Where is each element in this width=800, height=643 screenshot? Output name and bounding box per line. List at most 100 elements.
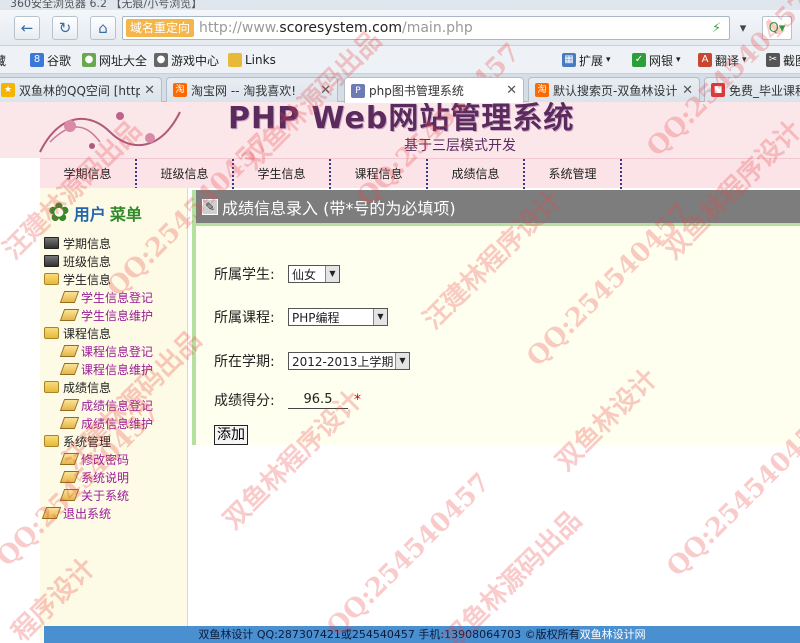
tab-label: 默认搜索页-双鱼林设计: bbox=[553, 83, 679, 98]
menu-item-course-info[interactable]: 课程信息 bbox=[44, 324, 188, 342]
term-label: 所在学期: bbox=[214, 354, 275, 370]
menu-item-course-register[interactable]: 课程信息登记 bbox=[44, 342, 188, 360]
bookmark-label: Links bbox=[245, 53, 276, 67]
nav-term-info[interactable]: 学期信息 bbox=[40, 159, 137, 189]
search-engine-button[interactable]: Q▾ bbox=[762, 16, 792, 40]
bookmarks-bar: 藏 8 谷歌 ● 网址大全 ● 游戏中心 Links ▦ 扩展 ▾ ✓ 网银 ▾ A 翻译 ▾ ✂… bbox=[0, 46, 800, 74]
site-banner: PHP Web网站管理系统 基于三层模式开发 bbox=[0, 102, 800, 158]
star-icon: ★ bbox=[1, 83, 15, 97]
nav-score-info[interactable]: 成绩信息 bbox=[428, 159, 525, 189]
pma-icon: P bbox=[351, 83, 365, 98]
folder-icon bbox=[44, 435, 59, 447]
student-row: 所属学生: 仙女 ▼ bbox=[214, 263, 340, 285]
tab-taobao[interactable]: 淘淘宝网 -- 淘我喜欢! ✕ bbox=[166, 77, 338, 102]
menu-item-student-info[interactable]: 学生信息 bbox=[44, 270, 188, 288]
required-mark: * bbox=[354, 392, 361, 408]
edit-icon: ✎ bbox=[202, 198, 218, 215]
add-button[interactable]: 添加 bbox=[214, 425, 248, 445]
tab-php-system[interactable]: Pphp图书管理系统 ✕ bbox=[344, 77, 524, 103]
document-icon bbox=[59, 363, 80, 375]
home-button[interactable]: ⌂ bbox=[90, 16, 116, 40]
menu-item-system-help[interactable]: 系统说明 bbox=[44, 468, 188, 486]
menu-item-class-info[interactable]: 班级信息 bbox=[44, 252, 188, 270]
course-select[interactable]: PHP编程 ▼ bbox=[288, 308, 388, 326]
menu-item-score-register[interactable]: 成绩信息登记 bbox=[44, 396, 188, 414]
menu-item-score-info[interactable]: 成绩信息 bbox=[44, 378, 188, 396]
menu-list: 学期信息 班级信息 学生信息 学生信息登记 学生信息维护 课程信息 课程信息登记… bbox=[41, 234, 188, 522]
chevron-down-icon: ▾ bbox=[606, 55, 611, 65]
menu-item-label: 课程信息维护 bbox=[81, 362, 154, 377]
bookmark-games[interactable]: ● 游戏中心 bbox=[154, 51, 219, 69]
tab-qq-space[interactable]: ★ 双鱼林的QQ空间 [http: ✕ bbox=[0, 77, 162, 102]
url-dropdown-button[interactable]: ▾ bbox=[734, 16, 752, 40]
home-icon: ⌂ bbox=[98, 19, 108, 37]
url-text[interactable]: http://www.scoresystem.com/main.php bbox=[199, 17, 473, 39]
term-select[interactable]: 2012-2013上学期 ▼ bbox=[288, 352, 410, 370]
menu-item-about[interactable]: 关于系统 bbox=[44, 486, 188, 504]
folder-icon bbox=[44, 381, 59, 393]
document-icon bbox=[59, 417, 80, 429]
taobao-icon: 淘 bbox=[535, 83, 549, 97]
menu-item-logout[interactable]: 退出系统 bbox=[41, 504, 188, 522]
chevron-down-icon: ▼ bbox=[373, 309, 387, 325]
tab-search-page[interactable]: 淘默认搜索页-双鱼林设计: ✕ bbox=[528, 77, 700, 102]
redirect-badge[interactable]: 域名重定向 bbox=[126, 19, 195, 37]
footer-link[interactable]: 双鱼林设计网 bbox=[580, 628, 646, 641]
bookmark-label: 藏 bbox=[0, 53, 7, 68]
tool-label: 扩展 bbox=[579, 53, 604, 68]
tab-label: php图书管理系统 bbox=[369, 84, 464, 98]
book-icon bbox=[44, 255, 59, 267]
address-toolbar: ← ↻ ⌂ 域名重定向 http://www.scoresystem.com/m… bbox=[0, 10, 800, 46]
nav-class-info[interactable]: 班级信息 bbox=[137, 159, 234, 189]
score-entry-panel: ✎ 成绩信息录入 (带*号的为必填项) 所属学生: 仙女 ▼ 所属课程: PHP编… bbox=[192, 190, 800, 445]
nav-student-info[interactable]: 学生信息 bbox=[234, 159, 331, 189]
menu-item-term-info[interactable]: 学期信息 bbox=[44, 234, 188, 252]
score-input[interactable] bbox=[288, 391, 348, 409]
menu-item-label: 系统说明 bbox=[81, 470, 130, 485]
course-label: 所属课程: bbox=[214, 310, 275, 326]
bookmark-google[interactable]: 8 谷歌 bbox=[30, 51, 71, 69]
document-icon bbox=[59, 489, 80, 501]
course-value: PHP编程 bbox=[292, 310, 340, 325]
course-row: 所属课程: PHP编程 ▼ bbox=[214, 306, 388, 328]
tool-label: 网银 bbox=[649, 53, 674, 68]
menu-title-menu: 菜单 bbox=[109, 205, 142, 224]
folder-icon bbox=[228, 53, 242, 67]
close-icon[interactable]: ✕ bbox=[320, 83, 331, 98]
document-icon bbox=[59, 399, 80, 411]
menu-item-course-maintain[interactable]: 课程信息维护 bbox=[44, 360, 188, 378]
document-icon bbox=[59, 453, 80, 465]
address-bar[interactable]: 域名重定向 http://www.scoresystem.com/main.ph… bbox=[122, 16, 730, 40]
score-label: 成绩得分: bbox=[214, 393, 275, 409]
score-row: 成绩得分: * bbox=[214, 389, 361, 411]
close-icon[interactable]: ✕ bbox=[144, 83, 155, 98]
menu-title-user: 用户 bbox=[73, 205, 106, 224]
site-title: PHP Web网站管理系统 bbox=[228, 102, 575, 136]
bank-button[interactable]: ✓ 网银 ▾ bbox=[632, 51, 681, 69]
close-icon[interactable]: ✕ bbox=[506, 83, 517, 98]
nav-course-info[interactable]: 课程信息 bbox=[331, 159, 428, 189]
screenshot-button[interactable]: ✂截图 bbox=[766, 51, 800, 69]
menu-item-label: 成绩信息登记 bbox=[81, 398, 154, 413]
bookmark-links[interactable]: Links bbox=[228, 51, 276, 69]
nav-system-admin[interactable]: 系统管理 bbox=[525, 159, 622, 189]
extensions-button[interactable]: ▦ 扩展 ▾ bbox=[562, 51, 611, 69]
bank-shield-icon: ✓ bbox=[632, 53, 646, 67]
translate-button[interactable]: A 翻译 ▾ bbox=[698, 51, 747, 69]
menu-item-student-register[interactable]: 学生信息登记 bbox=[44, 288, 188, 306]
back-button[interactable]: ← bbox=[14, 16, 40, 40]
bookmark-item[interactable]: 藏 bbox=[0, 51, 6, 69]
speed-icon[interactable]: ⚡ bbox=[712, 16, 721, 40]
close-icon[interactable]: ✕ bbox=[682, 83, 693, 98]
student-select[interactable]: 仙女 ▼ bbox=[288, 265, 340, 283]
menu-item-score-maintain[interactable]: 成绩信息维护 bbox=[44, 414, 188, 432]
menu-item-student-maintain[interactable]: 学生信息维护 bbox=[44, 306, 188, 324]
menu-item-system-admin[interactable]: 系统管理 bbox=[44, 432, 188, 450]
panel-header: ✎ 成绩信息录入 (带*号的为必填项) bbox=[196, 190, 800, 226]
menu-item-change-password[interactable]: 修改密码 bbox=[44, 450, 188, 468]
tab-free-course[interactable]: ■ 免费_毕业课程 bbox=[704, 77, 800, 102]
refresh-button[interactable]: ↻ bbox=[52, 16, 78, 40]
footer-text: 双鱼林设计 QQ:287307421或254540457 手机:13908064… bbox=[198, 628, 580, 641]
bookmark-sites[interactable]: ● 网址大全 bbox=[82, 51, 147, 69]
extension-icon: ▦ bbox=[562, 53, 576, 67]
